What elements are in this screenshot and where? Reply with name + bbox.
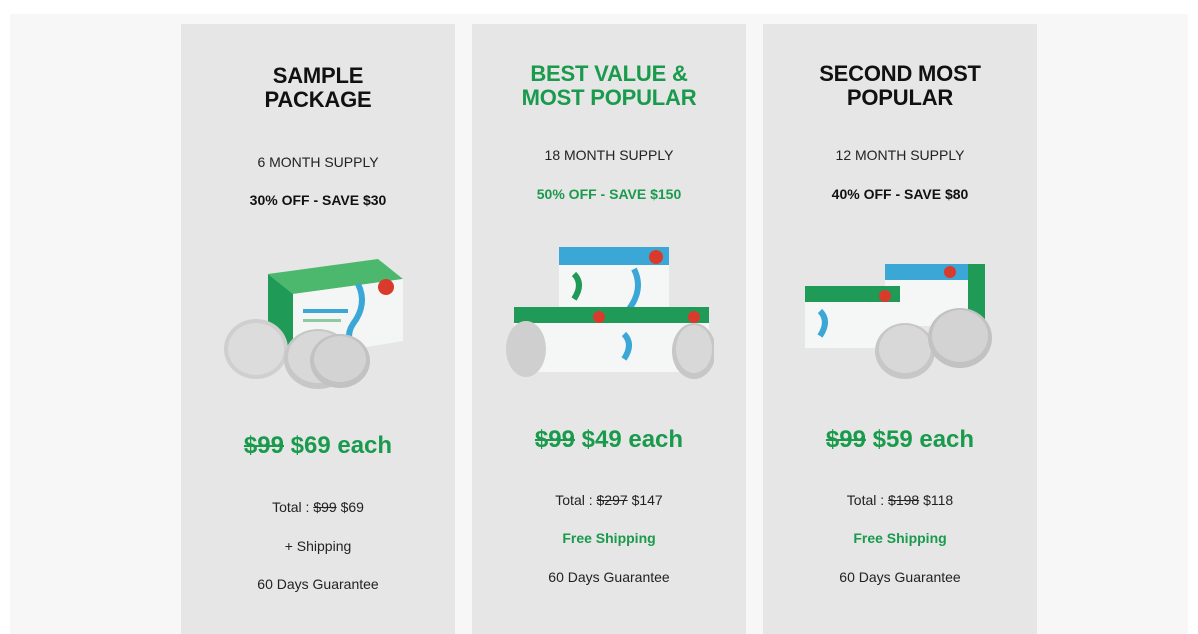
card-shipping: Free Shipping: [853, 530, 947, 546]
price-old: $99: [825, 426, 866, 453]
card-title: BEST VALUE & MOST POPULAR: [521, 61, 697, 110]
total-label: Total :: [846, 492, 889, 508]
card-shipping: Free Shipping: [562, 530, 656, 546]
card-total: Total : $99 $69: [181, 499, 455, 515]
product-image-three-boxes: [472, 239, 746, 389]
card-guarantee: 60 Days Guarantee: [839, 569, 961, 585]
total-label: Total :: [555, 492, 597, 508]
price-old: $99: [243, 432, 284, 459]
card-guarantee: 60 Days Guarantee: [548, 569, 670, 585]
card-shipping: + Shipping: [284, 538, 352, 554]
product-image-two-boxes: [763, 256, 1037, 406]
card-supply: 18 MONTH SUPPLY: [544, 147, 674, 163]
card-guarantee: 60 Days Guarantee: [257, 576, 379, 592]
price-old: $99: [534, 426, 575, 453]
price-new: $69 each: [290, 432, 393, 459]
total-new: $147: [631, 492, 663, 508]
pricing-card-sample[interactable]: SAMPLE PACKAGE 6 MONTH SUPPLY 30% OFF - …: [181, 24, 455, 634]
total-old: $99: [313, 499, 337, 515]
card-price: $99 $69 each: [181, 432, 455, 460]
card-price: $99 $49 each: [472, 426, 746, 454]
card-supply: 6 MONTH SUPPLY: [257, 154, 379, 170]
card-total: Total : $198 $118: [763, 492, 1037, 508]
card-discount: 50% OFF - SAVE $150: [536, 186, 682, 202]
card-title: SAMPLE PACKAGE: [264, 63, 372, 112]
total-new: $69: [340, 499, 364, 515]
card-supply: 12 MONTH SUPPLY: [835, 147, 965, 163]
total-new: $118: [923, 492, 954, 508]
product-image-single-box: [181, 249, 455, 399]
card-total: Total : $297 $147: [472, 492, 746, 508]
pricing-card-second-popular[interactable]: SECOND MOST POPULAR 12 MONTH SUPPLY 40% …: [763, 24, 1037, 634]
pricing-card-best-value[interactable]: BEST VALUE & MOST POPULAR 18 MONTH SUPPL…: [472, 24, 746, 634]
total-old: $198: [888, 492, 920, 508]
price-new: $59 each: [872, 426, 975, 453]
total-old: $297: [596, 492, 628, 508]
card-title: SECOND MOST POPULAR: [819, 61, 981, 110]
card-discount: 30% OFF - SAVE $30: [249, 192, 387, 208]
total-label: Total :: [272, 499, 314, 515]
card-price: $99 $59 each: [763, 426, 1037, 454]
price-new: $49 each: [581, 426, 684, 453]
card-discount: 40% OFF - SAVE $80: [831, 186, 969, 202]
